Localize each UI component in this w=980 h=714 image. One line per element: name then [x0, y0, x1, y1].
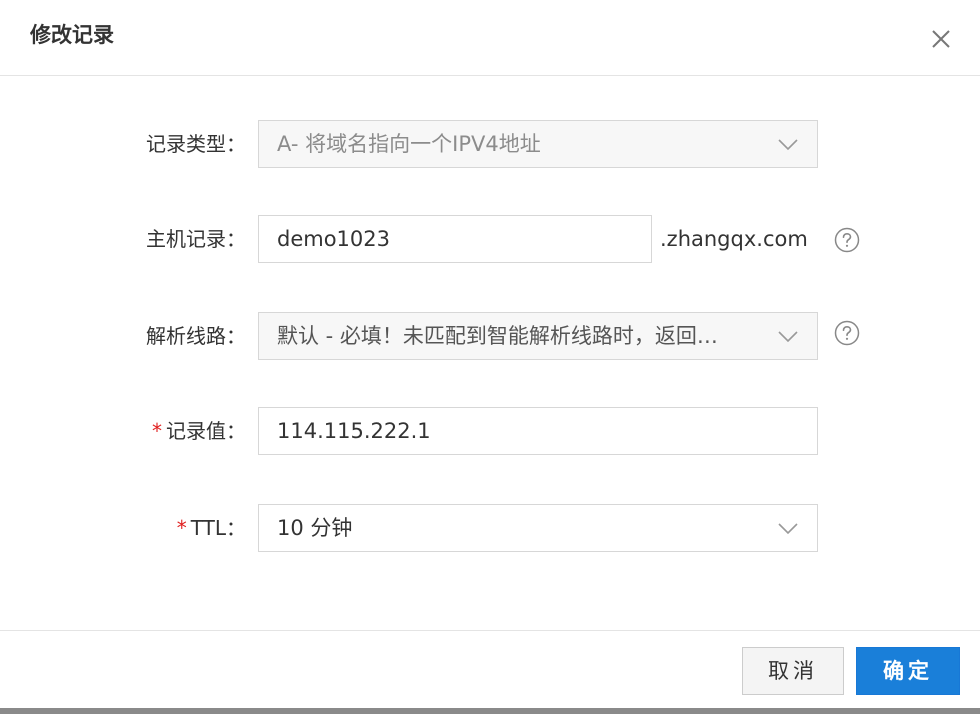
record-type-select[interactable]: A- 将域名指向一个IPV4地址 [258, 120, 818, 168]
record-type-label: 记录类型： [146, 132, 246, 156]
question-circle-icon[interactable] [834, 227, 860, 253]
required-mark: * [152, 419, 162, 443]
domain-suffix: .zhangqx.com [660, 227, 808, 251]
dialog-footer: 取消 确定 [0, 630, 980, 714]
close-icon[interactable] [926, 24, 956, 54]
record-value-label: * 记录值： [152, 407, 246, 455]
chevron-down-icon [778, 523, 798, 535]
resolution-line-label: 解析线路： [146, 324, 246, 348]
dialog-header: 修改记录 [0, 0, 980, 76]
ttl-label-text: TTL： [190, 516, 246, 540]
record-type-row: 记录类型： A- 将域名指向一个IPV4地址 [0, 120, 980, 168]
host-record-row: 主机记录： demo1023 .zhangqx.com [0, 215, 980, 263]
host-record-label: 主机记录： [146, 227, 246, 251]
question-circle-icon[interactable] [834, 320, 860, 346]
confirm-button[interactable]: 确定 [856, 647, 960, 695]
resolution-line-select[interactable]: 默认 - 必填！未匹配到智能解析线路时，返回… [258, 312, 818, 360]
dialog-title: 修改记录 [30, 23, 114, 47]
ttl-row: * TTL： 10 分钟 [0, 504, 980, 552]
required-mark: * [176, 516, 187, 540]
ttl-label: * TTL： [177, 504, 246, 552]
resolution-line-row: 解析线路： 默认 - 必填！未匹配到智能解析线路时，返回… [0, 312, 980, 360]
record-value-row: * 记录值： 114.115.222.1 [0, 407, 980, 455]
cancel-button[interactable]: 取消 [742, 647, 844, 695]
edit-record-dialog: 修改记录 记录类型： A- 将域名指向一个IPV4地址 主机记录： demo10… [0, 0, 980, 714]
record-value-label-text: 记录值： [166, 419, 246, 443]
host-record-input[interactable]: demo1023 [258, 215, 652, 263]
chevron-down-icon [778, 331, 798, 343]
chevron-down-icon [778, 139, 798, 151]
record-value-input[interactable]: 114.115.222.1 [258, 407, 818, 455]
ttl-select[interactable]: 10 分钟 [258, 504, 818, 552]
background-page-strip [0, 708, 980, 714]
